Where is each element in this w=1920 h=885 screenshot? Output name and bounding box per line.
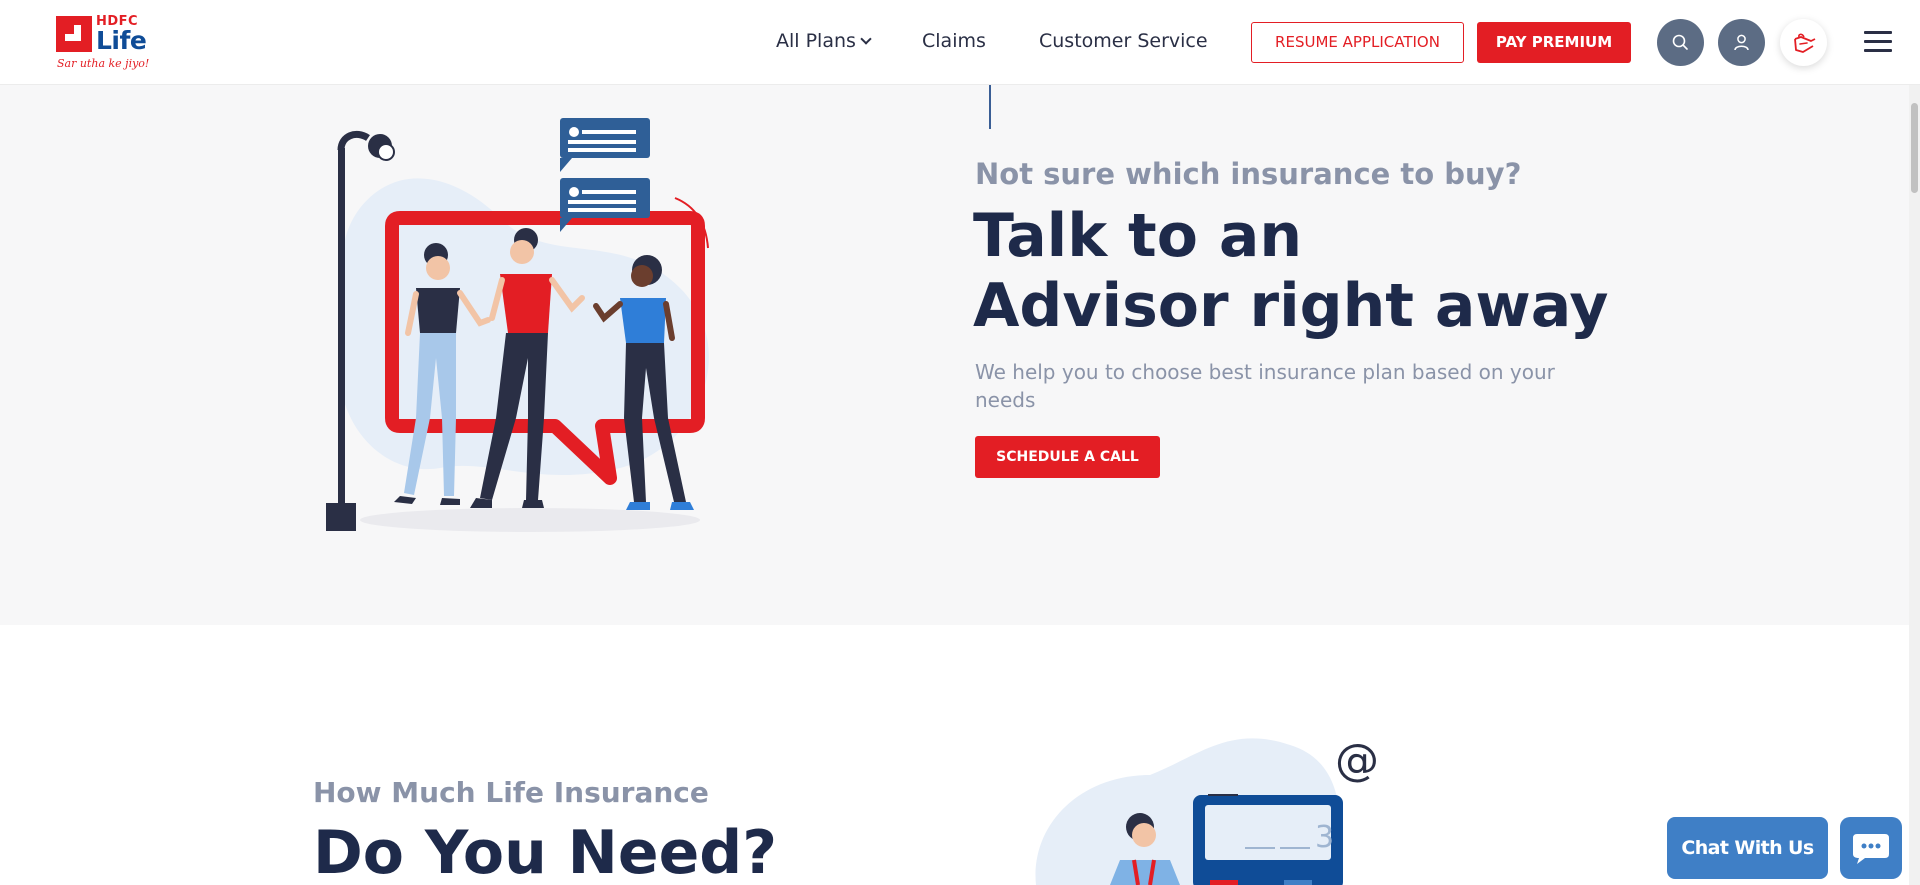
calculator-display: 3 <box>1315 820 1334 855</box>
resume-application-button[interactable]: RESUME APPLICATION <box>1251 22 1464 63</box>
chevron-down-icon <box>860 33 872 45</box>
logo-brand-main: Life <box>96 26 147 55</box>
search-icon <box>1672 34 1688 50</box>
advisor-description: We help you to choose best insurance pla… <box>975 360 1555 412</box>
nav-claims[interactable]: Claims <box>922 30 986 52</box>
svg-text:@: @ <box>1335 735 1379 786</box>
how-much-subtitle: How Much Life Insurance <box>313 776 709 809</box>
user-icon <box>1734 34 1749 51</box>
schedule-call-button[interactable]: SCHEDULE A CALL <box>975 436 1160 478</box>
chat-bubble-icon <box>1853 834 1889 864</box>
nav-customer-service[interactable]: Customer Service <box>1039 30 1208 52</box>
hand-heart-icon <box>1794 33 1816 53</box>
scrollbar-thumb[interactable] <box>1911 103 1918 193</box>
how-much-title: Do You Need? <box>313 818 778 885</box>
advisor-illustration <box>326 118 709 532</box>
advisor-title-line-1: Talk to an <box>973 201 1303 271</box>
advisor-subtitle: Not sure which insurance to buy? <box>975 157 1522 191</box>
chat-with-us-button[interactable]: Chat With Us <box>1667 817 1828 879</box>
logo-tagline: Sar utha ke jiyo! <box>57 57 150 70</box>
nav-all-plans-label: All Plans <box>776 30 856 52</box>
advisor-section: Not sure which insurance to buy? Talk to… <box>0 85 1920 625</box>
site-header: HDFC Life Sar utha ke jiyo! All Plans Cl… <box>0 0 1920 85</box>
search-button[interactable] <box>1657 19 1704 66</box>
hdfc-life-logo[interactable]: HDFC Life Sar utha ke jiyo! <box>56 14 152 74</box>
pay-premium-button[interactable]: PAY PREMIUM <box>1477 22 1631 63</box>
decorative-line <box>989 85 991 129</box>
chat-bubble-button[interactable] <box>1840 817 1902 879</box>
account-button[interactable] <box>1718 19 1765 66</box>
hamburger-menu-icon[interactable] <box>1864 31 1892 53</box>
care-button[interactable] <box>1780 19 1827 66</box>
calculator-illustration: @ 3 <box>1035 735 1379 885</box>
page-scrollbar[interactable] <box>1909 85 1920 885</box>
advisor-title: Talk to an Advisor right away <box>973 201 1609 341</box>
nav-all-plans[interactable]: All Plans <box>776 30 872 52</box>
advisor-title-line-2: Advisor right away <box>973 271 1609 341</box>
logo-mark <box>56 16 92 52</box>
